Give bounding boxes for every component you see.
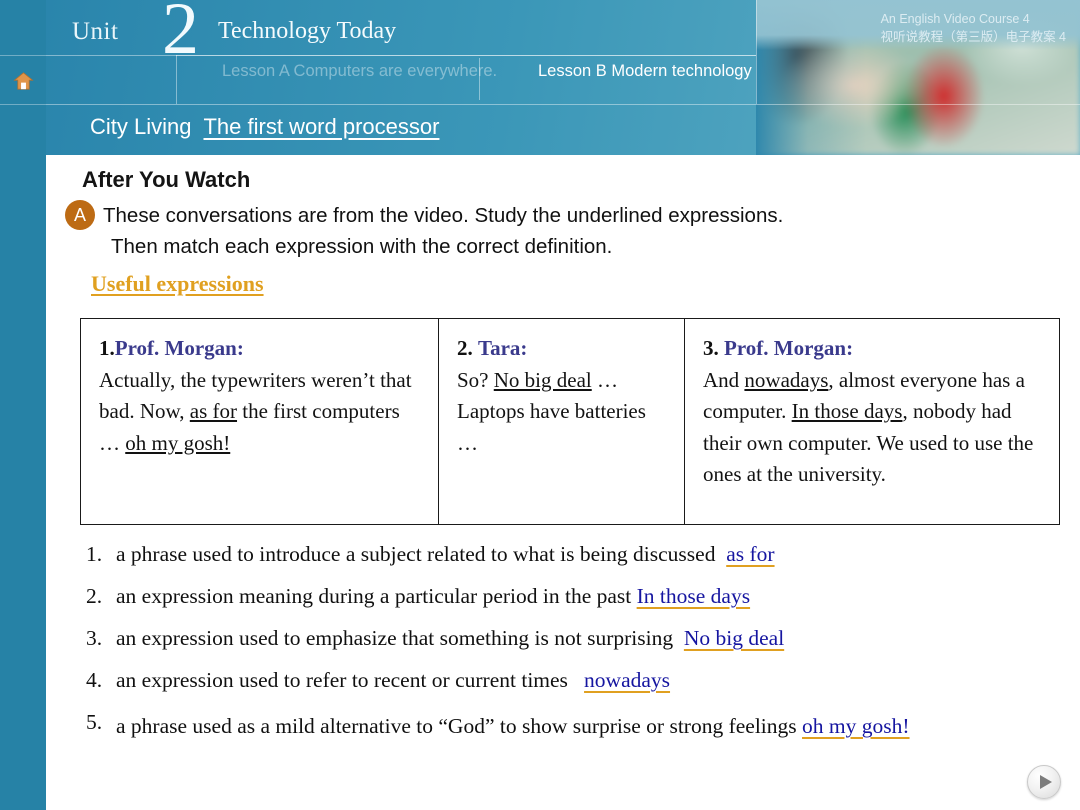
conversation-speaker-3: Prof. Morgan:	[724, 336, 854, 360]
rail-divider-bottom	[0, 104, 46, 105]
list-item: 1. a phrase used to introduce a subject …	[86, 540, 1061, 569]
list-item: 3. an expression used to emphasize that …	[86, 624, 1061, 653]
underlined-expression: oh my gosh!	[125, 430, 231, 455]
conversation-cell-2: 2. Tara: So? No big deal … Laptops have …	[439, 319, 685, 524]
course-title: Technology Today	[218, 18, 397, 44]
definition-number-5: 5.	[86, 710, 103, 735]
definition-answer-5[interactable]: oh my gosh!	[802, 714, 920, 738]
left-sidebar-rail	[0, 0, 48, 810]
conversation-number-1: 1.	[99, 336, 115, 360]
task-badge: A	[65, 200, 95, 230]
instruction-text: These conversations are from the video. …	[103, 200, 1063, 262]
conversation-number-2: 2.	[457, 336, 473, 360]
definition-answer-3[interactable]: No big deal	[684, 626, 794, 650]
course-meta-zh: 视听说教程（第三版）电子教案 4	[880, 30, 1066, 45]
definition-prompt-2: an expression meaning during a particula…	[116, 584, 632, 609]
conversation-body-1: Actually, the typewriters weren’t that b…	[99, 367, 412, 455]
tab-lesson-a[interactable]: Lesson A Computers are everywhere.	[222, 62, 497, 81]
definition-text-2: an expression meaning during a particula…	[116, 582, 1061, 611]
tab-lesson-b[interactable]: Lesson B Modern technology	[538, 62, 752, 81]
definition-prompt-3: an expression used to emphasize that som…	[116, 626, 674, 651]
home-icon[interactable]	[13, 72, 34, 90]
conversation-cell-3: 3. Prof. Morgan: And nowadays, almost ev…	[685, 319, 1059, 524]
definition-answer-1[interactable]: as for	[726, 542, 784, 566]
definition-number-4: 4.	[86, 668, 103, 693]
instruction-line-1: These conversations are from the video. …	[103, 204, 784, 227]
play-icon	[1040, 775, 1052, 789]
header-vrule-right	[756, 0, 757, 104]
list-item: 2. an expression meaning during a partic…	[86, 582, 1061, 611]
underlined-expression: In those days	[791, 399, 903, 423]
definition-text-1: a phrase used to introduce a subject rel…	[116, 540, 1061, 569]
slide-page: Unit 2 Technology Today Lesson A Compute…	[0, 0, 1080, 810]
page-title: After You Watch	[82, 167, 251, 192]
conversation-cell-1: 1.Prof. Morgan: Actually, the typewriter…	[81, 319, 439, 524]
underlined-expression: nowadays	[744, 367, 829, 392]
definition-number-2: 2.	[86, 584, 103, 609]
slide-header: Unit 2 Technology Today Lesson A Compute…	[46, 0, 1080, 155]
definitions-list: 1. a phrase used to introduce a subject …	[86, 540, 1061, 759]
unit-number: 2	[162, 0, 199, 70]
list-item: 5. a phrase used as a mild alternative t…	[86, 708, 1061, 746]
definition-text-3: an expression used to emphasize that som…	[116, 624, 1061, 653]
breadcrumb-segment-video-title[interactable]: The first word processor	[203, 114, 439, 139]
useful-expressions-link[interactable]: Useful expressions	[91, 271, 264, 297]
play-button[interactable]	[1027, 765, 1061, 799]
conversation-number-3: 3.	[703, 336, 719, 360]
conversations-table: 1.Prof. Morgan: Actually, the typewriter…	[80, 318, 1060, 525]
underlined-expression: No big deal	[493, 367, 592, 392]
definition-number-1: 1.	[86, 542, 103, 566]
conversation-body-3: And nowadays, almost everyone has a comp…	[703, 367, 1034, 487]
header-rule-1b	[176, 55, 756, 56]
definition-number-3: 3.	[86, 626, 103, 651]
definition-prompt-4: an expression used to refer to recent or…	[116, 668, 568, 693]
definition-prompt-1: a phrase used to introduce a subject rel…	[116, 542, 716, 566]
course-meta-en: An English Video Course 4	[880, 12, 1030, 26]
slide-content: After You Watch A These conversations ar…	[46, 155, 1080, 810]
list-item: 4. an expression used to refer to recent…	[86, 666, 1061, 695]
breadcrumb: City Living The first word processor	[90, 114, 439, 140]
definition-answer-2[interactable]: In those days	[637, 584, 760, 608]
rail-divider-top	[0, 55, 46, 56]
definition-text-4: an expression used to refer to recent or…	[116, 666, 1061, 695]
unit-label: Unit	[72, 18, 119, 45]
header-rule-2	[46, 104, 1080, 105]
conversation-speaker-2: Tara:	[478, 336, 528, 360]
definition-text-5: a phrase used as a mild alternative to “…	[116, 708, 1061, 746]
definition-prompt-5: a phrase used as a mild alternative to “…	[116, 714, 797, 739]
course-meta: An English Video Course 4 视听说教程（第三版）电子教案…	[881, 10, 1066, 46]
breadcrumb-segment-city-living: City Living	[90, 114, 192, 139]
instruction-line-2: Then match each expression with the corr…	[111, 235, 613, 259]
conversation-speaker-1: Prof. Morgan:	[114, 336, 244, 360]
definition-answer-4[interactable]: nowadays	[584, 668, 680, 692]
conversation-body-2: So? No big deal … Laptops have batteries…	[457, 367, 646, 455]
underlined-expression: as for	[189, 399, 238, 423]
